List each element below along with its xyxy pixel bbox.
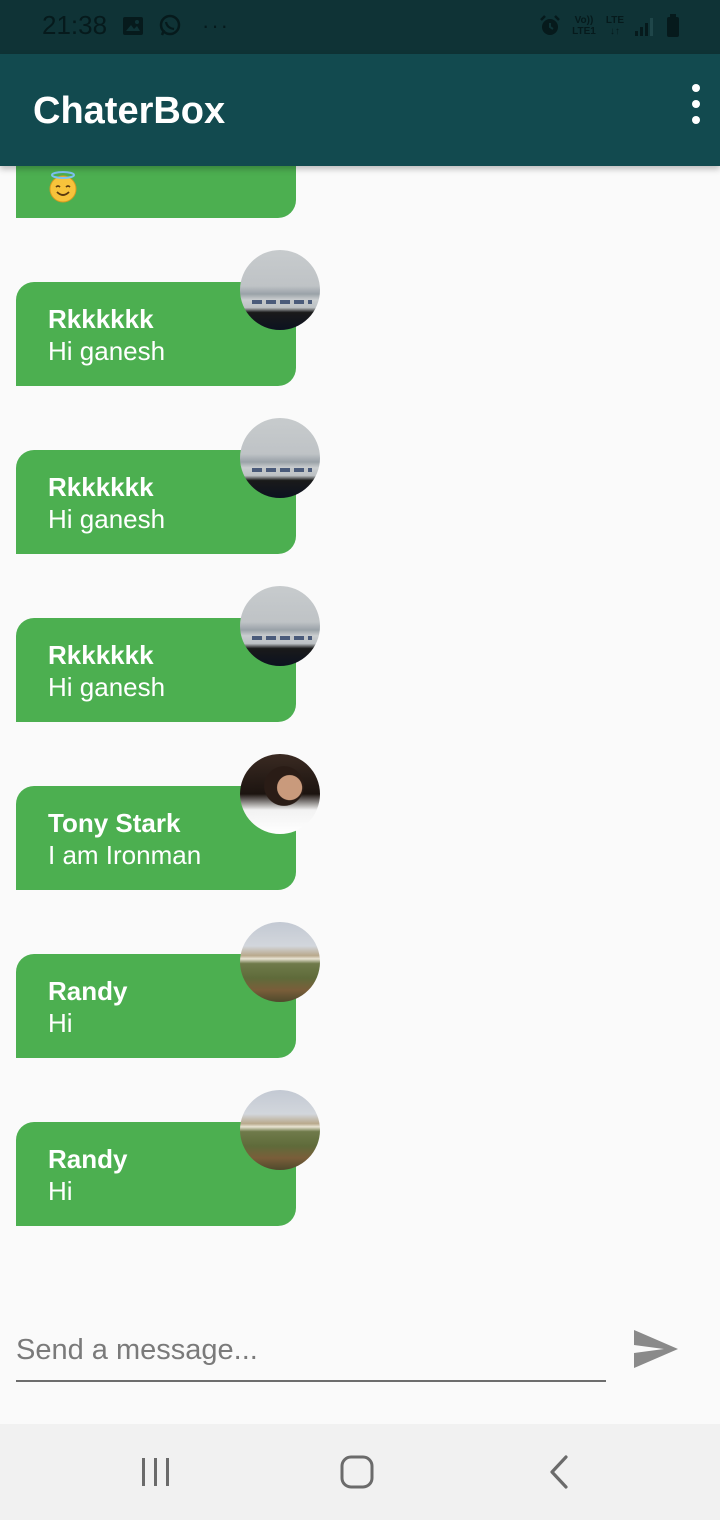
message-item[interactable]: Rkkkkkk Hi ganesh (16, 586, 320, 722)
message-item[interactable]: Rkkkkkk Hi ganesh (16, 418, 320, 554)
smiling-face-with-halo-icon (49, 171, 77, 203)
message-text: Hi ganesh (48, 672, 166, 702)
lte-label: LTE (605, 15, 624, 26)
recents-icon[interactable] (140, 1454, 172, 1490)
image-icon (123, 17, 143, 35)
message-text: Hi (48, 1008, 73, 1038)
avatar[interactable] (240, 922, 320, 1002)
signal-icon (635, 18, 653, 36)
back-icon[interactable] (544, 1454, 574, 1490)
message-list[interactable]: Rkkkkkk Hi ganesh Rkkkkkk Hi ganesh Rkkk… (0, 166, 720, 1290)
message-sender: Rkkkkkk (48, 304, 154, 334)
app-bar: ChaterBox (0, 54, 720, 166)
avatar[interactable] (240, 1090, 320, 1170)
home-icon[interactable] (338, 1454, 376, 1490)
message-bubble-partial (16, 166, 296, 218)
alarm-icon (540, 15, 561, 35)
more-vert-icon[interactable] (686, 84, 706, 124)
more-notifications-icon: ··· (202, 13, 230, 38)
send-icon[interactable] (632, 1328, 680, 1370)
volte-lte-icon: Vo)) LTE1 (572, 15, 596, 37)
data-arrows-label: ↓↑ (609, 26, 620, 37)
message-sender: Randy (48, 1144, 128, 1174)
message-text: I am Ironman (48, 840, 202, 870)
message-sender: Tony Stark (48, 808, 181, 838)
message-text: Hi ganesh (48, 504, 166, 534)
avatar[interactable] (240, 418, 320, 498)
message-sender: Rkkkkkk (48, 640, 154, 670)
volte-label: Vo)) (574, 15, 594, 26)
message-input[interactable] (16, 1320, 606, 1382)
avatar[interactable] (240, 586, 320, 666)
system-status-icons: Vo)) LTE1 LTE ↓↑ (538, 14, 680, 38)
notification-icons: ··· (122, 13, 230, 39)
status-time: 21:38 (42, 10, 108, 40)
battery-icon (667, 14, 679, 37)
message-item[interactable]: Tony Stark I am Ironman (16, 754, 320, 890)
message-item[interactable]: Randy Hi (16, 922, 320, 1058)
message-item[interactable]: Rkkkkkk Hi ganesh (16, 250, 320, 386)
lte1-label: LTE1 (572, 26, 596, 37)
app-title: ChaterBox (33, 90, 226, 132)
message-sender: Randy (48, 976, 128, 1006)
lte-data-icon: LTE ↓↑ (606, 15, 624, 37)
message-item[interactable]: Randy Hi (16, 1090, 320, 1226)
whatsapp-icon (159, 14, 181, 36)
message-sender: Rkkkkkk (48, 472, 154, 502)
message-composer (0, 1300, 720, 1420)
avatar[interactable] (240, 754, 320, 834)
status-bar: 21:38 ··· Vo)) LTE1 LTE ↓↑ (0, 0, 720, 54)
avatar[interactable] (240, 250, 320, 330)
navigation-bar (0, 1424, 720, 1520)
message-text: Hi (48, 1176, 73, 1206)
message-text: Hi ganesh (48, 336, 166, 366)
